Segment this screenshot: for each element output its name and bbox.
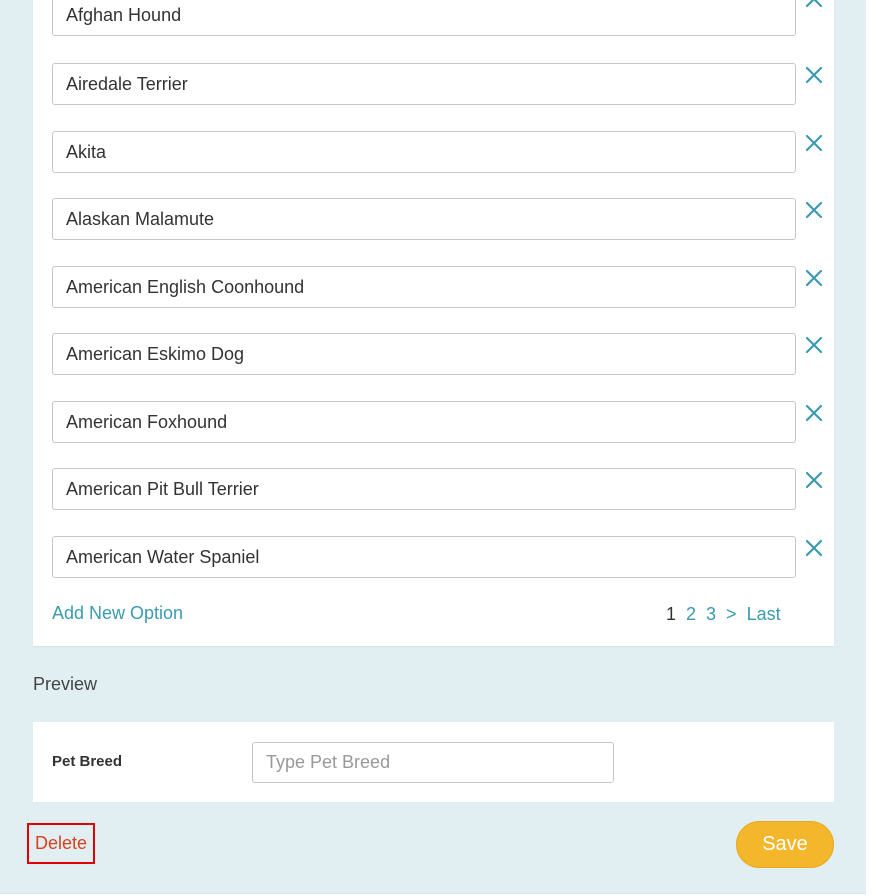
close-icon[interactable] [804,470,824,490]
editor-panel: Add New Option 123 > Last Preview Pet Bree… [0,0,866,894]
close-icon[interactable] [804,200,824,220]
field-label: Pet Breed [52,753,123,770]
delete-button[interactable]: Delete [27,823,95,864]
preview-card: Pet Breed [33,722,834,802]
close-icon[interactable] [804,403,824,423]
option-input[interactable] [52,266,796,308]
option-input[interactable] [52,468,796,510]
page-next[interactable]: > [726,604,737,624]
page-link-3[interactable]: 3 [706,604,716,624]
close-icon[interactable] [804,0,824,9]
pet-breed-input[interactable] [252,742,614,783]
option-row [52,63,832,107]
option-input[interactable] [52,0,796,36]
save-button[interactable]: Save [736,821,834,868]
option-input[interactable] [52,131,796,173]
option-input[interactable] [52,63,796,105]
close-icon[interactable] [804,133,824,153]
option-row [52,536,832,580]
add-new-option-link[interactable]: Add New Option [52,603,183,624]
preview-heading: Preview [33,674,98,694]
option-row [52,0,832,38]
options-card: Add New Option 123 > Last [33,0,834,646]
option-row [52,401,832,445]
page-current: 1 [666,604,677,624]
option-input[interactable] [52,198,796,240]
option-input[interactable] [52,401,796,443]
option-row [52,266,832,310]
option-input[interactable] [52,536,796,578]
pagination: 1 2 3 > Last [666,604,791,625]
option-row [52,131,832,175]
close-icon[interactable] [804,65,824,85]
close-icon[interactable] [804,335,824,355]
page-last[interactable]: Last [747,604,781,624]
option-row [52,468,832,512]
option-row [52,333,832,377]
close-icon[interactable] [804,268,824,288]
close-icon[interactable] [804,538,824,558]
option-input[interactable] [52,333,796,375]
page-link-2[interactable]: 2 [686,604,696,624]
option-row [52,198,832,242]
